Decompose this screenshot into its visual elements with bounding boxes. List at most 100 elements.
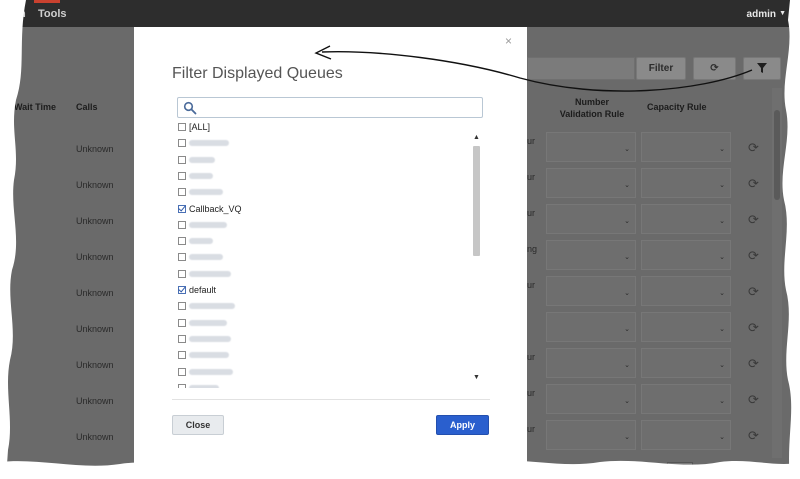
checkbox-unchecked[interactable] [178, 367, 186, 376]
column-header-wait-time[interactable]: Wait Time [14, 102, 56, 112]
checkbox-unchecked[interactable] [178, 269, 186, 278]
queue-label: [ALL] [189, 122, 211, 132]
number-validation-rule-select[interactable]: ⌄ [546, 420, 636, 450]
capacity-rule-select[interactable]: ⌄ [641, 420, 731, 450]
capacity-rule-select[interactable]: ⌄ [641, 132, 731, 162]
checkbox-unchecked[interactable] [178, 302, 186, 311]
queue-list-item[interactable] [178, 316, 227, 330]
dialog-title: Filter Displayed Queues [172, 65, 343, 82]
checkbox-checked[interactable] [178, 286, 186, 294]
chevron-down-icon: ⌄ [624, 290, 630, 297]
queue-list-item[interactable] [178, 299, 235, 313]
cell-rule-fragment: ur [527, 136, 536, 146]
queue-label-redacted [189, 384, 219, 388]
row-refresh-icon[interactable]: ⟳ [748, 392, 759, 408]
capacity-rule-select[interactable]: ⌄ [641, 276, 731, 306]
number-validation-rule-select[interactable]: ⌄ [546, 276, 636, 306]
column-header-calls[interactable]: Calls [76, 102, 98, 112]
checkbox-unchecked[interactable] [178, 237, 186, 246]
queue-list-item[interactable] [178, 250, 223, 264]
row-refresh-icon[interactable]: ⟳ [748, 212, 759, 228]
number-validation-rule-select[interactable]: ⌄ [546, 132, 636, 162]
queue-list-item[interactable] [178, 348, 229, 362]
queue-list-item[interactable] [178, 153, 215, 167]
nav-item-tools[interactable]: Tools [38, 8, 67, 20]
row-refresh-icon[interactable]: ⟳ [748, 140, 759, 156]
queue-list-item[interactable] [178, 381, 219, 388]
queue-list-item[interactable] [178, 218, 227, 232]
number-validation-rule-select[interactable]: ⌄ [546, 240, 636, 270]
capacity-rule-select[interactable]: ⌄ [641, 204, 731, 234]
number-validation-rule-select[interactable]: ⌄ [546, 168, 636, 198]
number-validation-rule-select[interactable]: ⌄ [546, 348, 636, 378]
funnel-icon [757, 63, 767, 73]
queue-list-item[interactable] [178, 234, 213, 248]
chevron-down-icon: ⌄ [624, 326, 630, 333]
queue-search-input[interactable] [177, 97, 483, 118]
user-menu-caret-icon[interactable]: ▼ [779, 10, 786, 17]
queue-list-item[interactable] [178, 267, 231, 281]
queue-list-item[interactable] [178, 169, 213, 183]
nav-item-previous[interactable]: In [16, 8, 26, 20]
queue-list-item[interactable]: Callback_VQ [178, 202, 242, 216]
top-navigation-bar: In Tools admin ▼ [0, 0, 800, 27]
queue-list-item[interactable] [178, 365, 233, 379]
user-menu[interactable]: admin [747, 9, 776, 20]
queue-label-redacted [189, 189, 223, 196]
row-refresh-icon[interactable]: ⟳ [748, 176, 759, 192]
queue-list-item[interactable]: [ALL] [178, 120, 210, 134]
row-refresh-icon[interactable]: ⟳ [748, 428, 759, 444]
scroll-down-icon[interactable]: ▼ [473, 374, 480, 381]
queue-list-item[interactable]: default [178, 283, 216, 297]
queue-label-redacted [189, 221, 227, 228]
queue-search-bar[interactable] [527, 57, 635, 80]
number-validation-rule-select[interactable]: ⌄ [546, 204, 636, 234]
checkbox-checked[interactable] [178, 204, 186, 213]
cell-calls: Unknown [76, 432, 114, 442]
checkbox-unchecked[interactable] [178, 253, 186, 262]
cell-calls: Unknown [76, 144, 114, 154]
apply-button[interactable]: Apply [436, 415, 489, 435]
queue-list-item[interactable] [178, 332, 231, 346]
table-scrollbar-thumb[interactable] [774, 110, 780, 200]
cell-rule-fragment: ng [527, 244, 538, 254]
capacity-rule-select[interactable]: ⌄ [641, 348, 731, 378]
checkbox-unchecked[interactable] [178, 155, 186, 164]
queue-label: Callback_VQ [189, 203, 242, 214]
filter-queues-button[interactable] [743, 57, 781, 80]
checkbox-unchecked[interactable] [178, 318, 186, 327]
number-validation-rule-select[interactable]: ⌄ [546, 384, 636, 414]
scroll-up-icon[interactable]: ▲ [473, 134, 480, 141]
row-refresh-icon[interactable]: ⟳ [748, 248, 759, 264]
column-header-capacity-rule[interactable]: Capacity Rule [647, 102, 707, 112]
checkbox-unchecked[interactable] [178, 123, 186, 131]
queue-list-item[interactable] [178, 185, 223, 199]
capacity-rule-select[interactable]: ⌄ [641, 384, 731, 414]
checkbox-unchecked[interactable] [178, 220, 186, 229]
capacity-rule-select[interactable]: ⌄ [641, 240, 731, 270]
close-button[interactable]: Close [172, 415, 224, 435]
cell-calls: Unknown [76, 396, 114, 406]
checkbox-unchecked[interactable] [178, 383, 186, 388]
row-refresh-icon[interactable]: ⟳ [748, 356, 759, 372]
checkbox-unchecked[interactable] [178, 351, 186, 360]
column-header-number-validation-rule[interactable]: Number Validation Rule [556, 96, 628, 120]
checkbox-unchecked[interactable] [178, 188, 186, 197]
page-number-input[interactable]: 1 [667, 462, 694, 477]
checkbox-unchecked[interactable] [178, 139, 186, 148]
row-refresh-icon[interactable]: ⟳ [748, 320, 759, 336]
close-icon[interactable]: × [505, 34, 512, 48]
row-refresh-icon[interactable]: ⟳ [748, 284, 759, 300]
queue-list-item[interactable] [178, 136, 229, 150]
checkbox-unchecked[interactable] [178, 334, 186, 343]
queue-label-redacted [189, 238, 213, 245]
filter-button[interactable]: Filter [636, 57, 686, 80]
number-validation-rule-select[interactable]: ⌄ [546, 312, 636, 342]
capacity-rule-select[interactable]: ⌄ [641, 312, 731, 342]
active-tab-indicator [34, 0, 60, 3]
list-scrollbar-thumb[interactable] [473, 146, 480, 256]
chevron-down-icon: ⌄ [624, 182, 630, 189]
refresh-button[interactable]: ⟳ [693, 57, 736, 80]
capacity-rule-select[interactable]: ⌄ [641, 168, 731, 198]
checkbox-unchecked[interactable] [178, 171, 186, 180]
